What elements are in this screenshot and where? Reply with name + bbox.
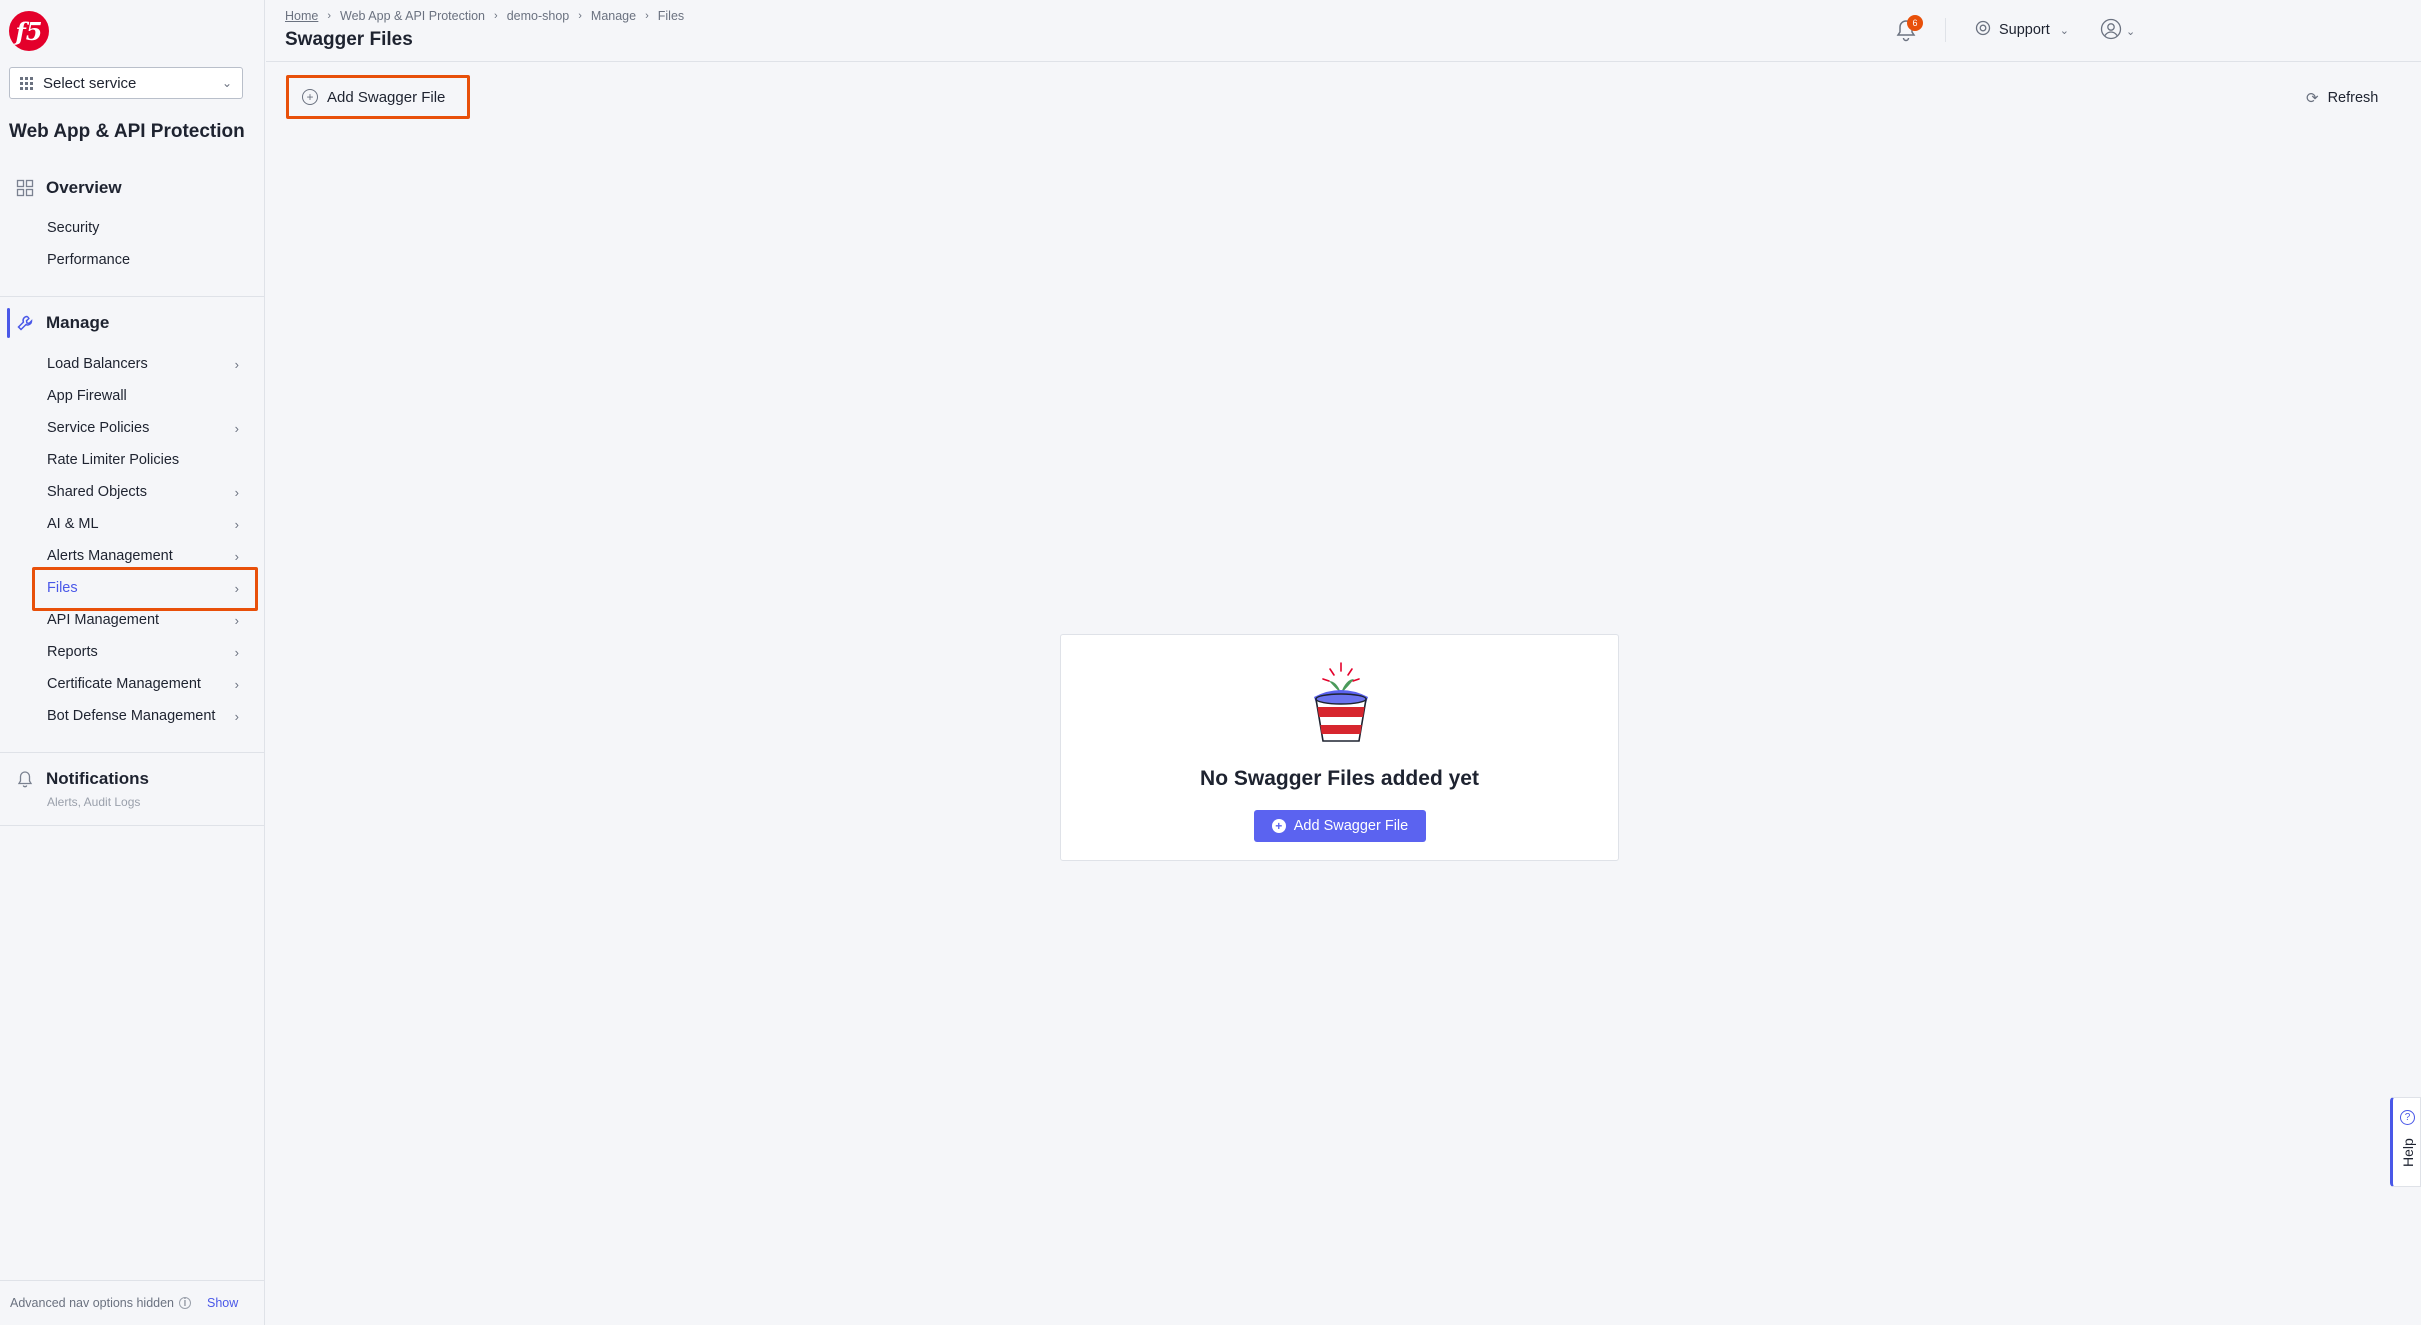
- plus-circle-icon: +: [302, 89, 318, 105]
- breadcrumb-separator-icon: ›: [494, 10, 498, 22]
- empty-state-title: No Swagger Files added yet: [1200, 767, 1479, 790]
- chevron-right-icon: ›: [234, 612, 239, 628]
- page-title: Swagger Files: [285, 29, 413, 50]
- select-service-dropdown[interactable]: Select service ⌄: [9, 67, 243, 99]
- notifications-subtitle: Alerts, Audit Logs: [47, 795, 141, 809]
- sidebar-item-label: Security: [47, 220, 100, 236]
- sidebar-item-label: Load Balancers: [47, 356, 148, 372]
- sidebar-item-certificate-management[interactable]: Certificate Management ›: [47, 670, 243, 698]
- chevron-right-icon: ›: [234, 516, 239, 532]
- sidebar-item-label: Files: [47, 580, 78, 596]
- notification-count-badge: 6: [1907, 15, 1923, 31]
- refresh-button[interactable]: ⟳ Refresh: [2306, 89, 2378, 107]
- breadcrumb-separator-icon: ›: [327, 10, 332, 22]
- sidebar-item-label: Shared Objects: [47, 484, 147, 500]
- sidebar-item-label: Rate Limiter Policies: [47, 452, 180, 468]
- nav-section-manage-label: Manage: [46, 313, 110, 332]
- add-swagger-file-label: Add Swagger File: [327, 88, 446, 106]
- nav-section-overview[interactable]: Overview: [16, 178, 122, 198]
- sidebar-item-security[interactable]: Security: [47, 214, 243, 242]
- support-label: Support: [1999, 22, 2050, 38]
- breadcrumb-namespace[interactable]: demo-shop: [507, 9, 570, 23]
- refresh-icon: ⟳: [2306, 90, 2319, 107]
- user-avatar-icon: [2100, 18, 2122, 45]
- sidebar-item-rate-limiter-policies[interactable]: Rate Limiter Policies: [47, 446, 243, 474]
- chevron-right-icon: ›: [234, 580, 239, 596]
- header-separator: [1945, 18, 1946, 42]
- sidebar-item-label: Service Policies: [47, 420, 150, 436]
- sidebar-item-label: Alerts Management: [47, 548, 173, 564]
- sidebar-item-performance[interactable]: Performance: [47, 246, 243, 274]
- sidebar-item-label: API Management: [47, 612, 160, 628]
- sidebar-item-ai-ml[interactable]: AI & ML ›: [47, 510, 243, 538]
- add-swagger-file-button[interactable]: + Add Swagger File: [286, 75, 470, 119]
- chevron-right-icon: ›: [234, 708, 239, 724]
- chevron-right-icon: ›: [234, 484, 239, 500]
- breadcrumb-home[interactable]: Home: [285, 9, 318, 23]
- support-menu[interactable]: Support ⌄: [1975, 20, 2069, 40]
- sidebar-item-files[interactable]: Files ›: [47, 574, 243, 602]
- sidebar-item-label: Reports: [47, 644, 98, 660]
- dashboard-icon: [16, 179, 34, 197]
- sidebar-item-app-firewall[interactable]: App Firewall: [47, 382, 243, 410]
- breadcrumb-manage[interactable]: Manage: [591, 9, 636, 23]
- sidebar-item-label: Performance: [47, 252, 131, 268]
- sidebar-divider: [0, 752, 264, 753]
- sidebar-item-label: Certificate Management: [47, 676, 201, 692]
- app-title: Web App & API Protection: [9, 121, 245, 142]
- sidebar-item-label: Bot Defense Management: [47, 708, 216, 724]
- empty-state-button-label: Add Swagger File: [1293, 818, 1409, 834]
- advanced-nav-text: Advanced nav options hidden: [10, 1296, 175, 1310]
- empty-state-add-swagger-file-button[interactable]: + Add Swagger File: [1254, 810, 1426, 842]
- active-section-indicator: [7, 308, 10, 338]
- page-header: Home › Web App & API Protection › demo-s…: [266, 0, 2421, 62]
- breadcrumb-separator-icon: ›: [578, 10, 582, 22]
- lifebuoy-icon: [1975, 20, 1991, 40]
- plus-circle-icon: +: [1271, 819, 1286, 833]
- empty-plant-pot-illustration: [1314, 662, 1368, 742]
- user-menu[interactable]: ⌄: [2100, 18, 2135, 45]
- sidebar-item-alerts-management[interactable]: Alerts Management ›: [47, 542, 243, 570]
- breadcrumb-files: Files: [657, 9, 685, 23]
- breadcrumb-web-app-api-protection[interactable]: Web App & API Protection: [340, 9, 485, 23]
- info-icon[interactable]: i: [179, 1297, 192, 1309]
- nav-section-overview-label: Overview: [46, 178, 122, 197]
- chevron-right-icon: ›: [234, 420, 239, 436]
- sidebar-divider: [0, 825, 264, 826]
- sidebar-item-reports[interactable]: Reports ›: [47, 638, 243, 666]
- nav-section-manage[interactable]: Manage: [16, 313, 109, 333]
- sidebar-footer: Advanced nav options hidden i Show: [0, 1280, 264, 1325]
- help-tab[interactable]: ? Help: [2390, 1097, 2421, 1187]
- help-label: Help: [2400, 1138, 2416, 1167]
- chevron-right-icon: ›: [234, 676, 239, 692]
- sidebar-item-service-policies[interactable]: Service Policies ›: [47, 414, 243, 442]
- refresh-label: Refresh: [2327, 90, 2379, 106]
- f5-logo[interactable]: f5: [9, 11, 49, 51]
- sidebar-divider: [0, 296, 264, 297]
- sidebar-item-bot-defense-management[interactable]: Bot Defense Management ›: [47, 702, 243, 730]
- nav-section-notifications[interactable]: Notifications: [16, 769, 149, 789]
- select-service-label: Select service: [43, 74, 137, 92]
- chevron-right-icon: ›: [234, 644, 239, 660]
- sidebar-item-shared-objects[interactable]: Shared Objects ›: [47, 478, 243, 506]
- breadcrumb-separator-icon: ›: [645, 10, 649, 22]
- chevron-down-icon: ⌄: [221, 76, 232, 90]
- chevron-right-icon: ›: [234, 548, 239, 564]
- bell-icon: [16, 770, 34, 788]
- sidebar-item-api-management[interactable]: API Management ›: [47, 606, 243, 634]
- sidebar-item-label: App Firewall: [47, 388, 127, 404]
- wrench-icon: [16, 314, 34, 332]
- sidebar-item-label: AI & ML: [47, 516, 99, 532]
- chevron-down-icon: ⌄: [2126, 26, 2136, 38]
- sidebar-item-load-balancers[interactable]: Load Balancers ›: [47, 350, 243, 378]
- breadcrumb: Home › Web App & API Protection › demo-s…: [285, 9, 684, 23]
- sidebar: f5 Select service ⌄ Web App & API Protec…: [0, 0, 265, 1325]
- nav-section-notifications-label: Notifications: [46, 769, 149, 788]
- show-advanced-nav-link[interactable]: Show: [207, 1296, 238, 1310]
- chevron-down-icon: ⌄: [2059, 24, 2070, 37]
- chevron-right-icon: ›: [234, 356, 239, 372]
- question-circle-icon: ?: [2400, 1110, 2415, 1125]
- apps-grid-icon: [20, 76, 33, 90]
- empty-state-card: No Swagger Files added yet + Add Swagger…: [1060, 634, 1619, 861]
